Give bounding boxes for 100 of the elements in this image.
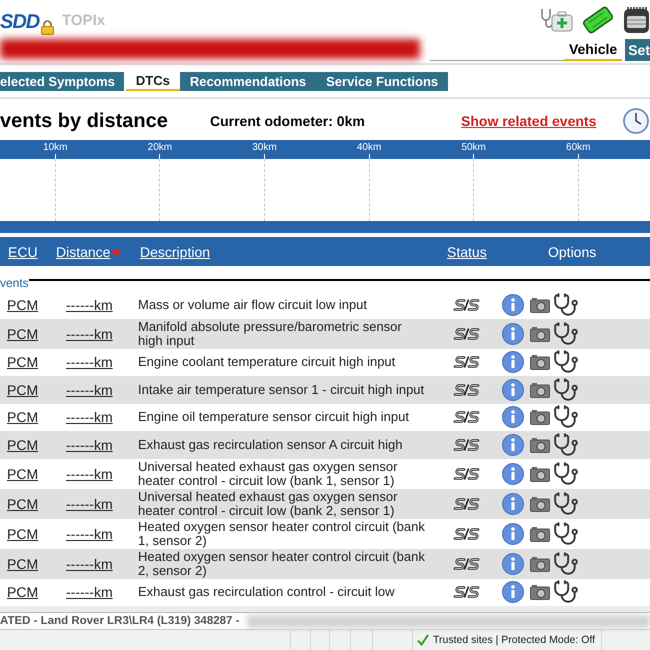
camera-icon[interactable] xyxy=(530,354,550,370)
squiggle-icon xyxy=(453,585,480,600)
ecu-link[interactable]: PCM xyxy=(7,584,38,600)
distance-link[interactable]: ------km xyxy=(66,466,113,482)
nav-tab[interactable]: Service Functions xyxy=(316,72,448,91)
column-header: Options xyxy=(548,244,596,260)
distance-link[interactable]: ------km xyxy=(66,296,113,313)
camera-icon[interactable] xyxy=(530,466,550,482)
ecu-link[interactable]: PCM xyxy=(7,354,38,370)
clock-icon[interactable] xyxy=(623,108,649,134)
distance-link[interactable]: ------km xyxy=(66,354,113,370)
info-icon[interactable] xyxy=(502,322,524,344)
vehicle-tab[interactable]: Set xyxy=(625,39,650,61)
squiggle-icon xyxy=(453,355,480,370)
stethoscope-icon[interactable] xyxy=(553,292,579,318)
info-icon[interactable] xyxy=(502,492,524,514)
scale-label: 60km xyxy=(566,142,590,154)
camera-icon[interactable] xyxy=(530,382,550,398)
ecu-link[interactable]: PCM xyxy=(7,409,38,426)
squiggle-icon xyxy=(453,382,480,397)
ecu-link[interactable]: PCM xyxy=(7,466,38,482)
ecu-link[interactable]: PCM xyxy=(7,326,38,342)
description-text: Mass or volume air flow circuit low input xyxy=(138,298,368,312)
nav-tab[interactable]: Recommendations xyxy=(180,72,316,91)
group-label: vents xyxy=(0,277,29,289)
camera-icon[interactable] xyxy=(530,584,550,600)
check-icon xyxy=(417,634,429,646)
scale-label: 40km xyxy=(356,142,382,154)
distance-link[interactable]: ------km xyxy=(66,584,113,600)
camera-icon[interactable] xyxy=(530,296,550,313)
stethoscope-icon[interactable] xyxy=(553,550,579,576)
info-icon[interactable] xyxy=(502,434,524,456)
ecu-link[interactable]: PCM xyxy=(7,382,38,398)
camera-icon[interactable] xyxy=(530,326,550,342)
nav-tab[interactable]: elected Symptoms xyxy=(0,72,124,91)
stethoscope-icon[interactable] xyxy=(553,520,579,546)
squiggle-icon xyxy=(453,556,480,570)
ecu-link[interactable]: PCM xyxy=(7,526,38,542)
ecu-link[interactable]: PCM xyxy=(7,436,38,453)
description-text: Heated oxygen sensor heater control circuit (bank 1, sensor 2) xyxy=(138,520,426,548)
padlock-icon xyxy=(41,20,54,35)
info-icon[interactable] xyxy=(502,581,524,604)
info-icon[interactable] xyxy=(502,462,524,484)
column-header[interactable]: Distance xyxy=(56,244,110,260)
app-name: TOPIx xyxy=(62,12,106,29)
related-events-link[interactable]: Show related events xyxy=(461,110,596,132)
description-text: Exhaust gas recirculation control - circuit low xyxy=(138,585,396,600)
stethoscope-icon[interactable] xyxy=(553,320,579,346)
stethoscope-icon[interactable] xyxy=(553,376,579,403)
scale-label: 50km xyxy=(461,142,486,154)
camera-icon[interactable] xyxy=(530,409,550,426)
info-icon[interactable] xyxy=(502,406,524,428)
stethoscope-icon[interactable] xyxy=(553,404,579,430)
distance-link[interactable]: ------km xyxy=(66,526,113,542)
distance-link[interactable]: ------km xyxy=(66,556,113,572)
column-header[interactable]: Description xyxy=(140,244,210,260)
squiggle-icon xyxy=(453,298,480,312)
info-icon[interactable] xyxy=(502,294,524,316)
column-header[interactable]: ECU xyxy=(8,244,38,260)
medical-kit-icon[interactable] xyxy=(539,7,573,33)
stethoscope-icon[interactable] xyxy=(553,349,579,376)
description-text: Engine coolant temperature circuit high input xyxy=(138,355,396,370)
description-text: Universal heated exhaust gas oxygen sensor heater control - circuit low (bank 1, sensor 1) xyxy=(138,460,398,488)
stethoscope-icon[interactable] xyxy=(553,432,579,458)
camera-icon[interactable] xyxy=(530,496,550,512)
stethoscope-icon[interactable] xyxy=(553,579,579,606)
distance-link[interactable]: ------km xyxy=(66,436,113,453)
distance-link[interactable]: ------km xyxy=(66,409,113,426)
squiggle-icon xyxy=(453,438,480,452)
odometer-text: Current odometer: 0km xyxy=(210,112,366,130)
ecu-link[interactable]: PCM xyxy=(7,296,38,313)
stethoscope-icon[interactable] xyxy=(553,460,579,486)
security-zone-text: Trusted sites | Protected Mode: Off xyxy=(433,634,596,646)
status-text: ATED - Land Rover LR3\LR4 (L319) 348287 - xyxy=(0,614,240,628)
description-text: Intake air temperature sensor 1 - circuit high input xyxy=(138,382,426,397)
ecu-link[interactable]: PCM xyxy=(7,496,38,512)
camera-icon[interactable] xyxy=(530,526,550,542)
camera-icon[interactable] xyxy=(530,556,550,572)
panel-title: vents by distance xyxy=(0,109,169,133)
squiggle-icon xyxy=(453,526,480,540)
stethoscope-icon[interactable] xyxy=(553,490,579,516)
device-icon[interactable] xyxy=(623,6,650,34)
info-icon[interactable] xyxy=(502,351,524,374)
camera-icon[interactable] xyxy=(530,436,550,453)
squiggle-icon xyxy=(453,466,480,480)
info-icon[interactable] xyxy=(502,522,524,544)
description-text: Engine oil temperature sensor circuit high input xyxy=(138,410,410,424)
column-header[interactable]: Status xyxy=(447,244,487,260)
description-text: Universal heated exhaust gas oxygen sensor heater control - circuit low (bank 2, sensor 1) xyxy=(138,490,398,518)
distance-link[interactable]: ------km xyxy=(66,496,113,512)
squiggle-icon xyxy=(453,326,480,340)
squiggle-icon xyxy=(453,496,480,510)
distance-link[interactable]: ------km xyxy=(66,326,113,342)
scale-label: 20km xyxy=(148,142,172,154)
info-icon[interactable] xyxy=(502,378,524,401)
ecu-link[interactable]: PCM xyxy=(7,556,38,572)
description-text: Exhaust gas recirculation sensor A circuit high xyxy=(138,438,404,452)
description-text: Heated oxygen sensor heater control circuit (bank 2, sensor 2) xyxy=(138,550,426,578)
distance-link[interactable]: ------km xyxy=(66,382,113,398)
info-icon[interactable] xyxy=(502,552,524,574)
